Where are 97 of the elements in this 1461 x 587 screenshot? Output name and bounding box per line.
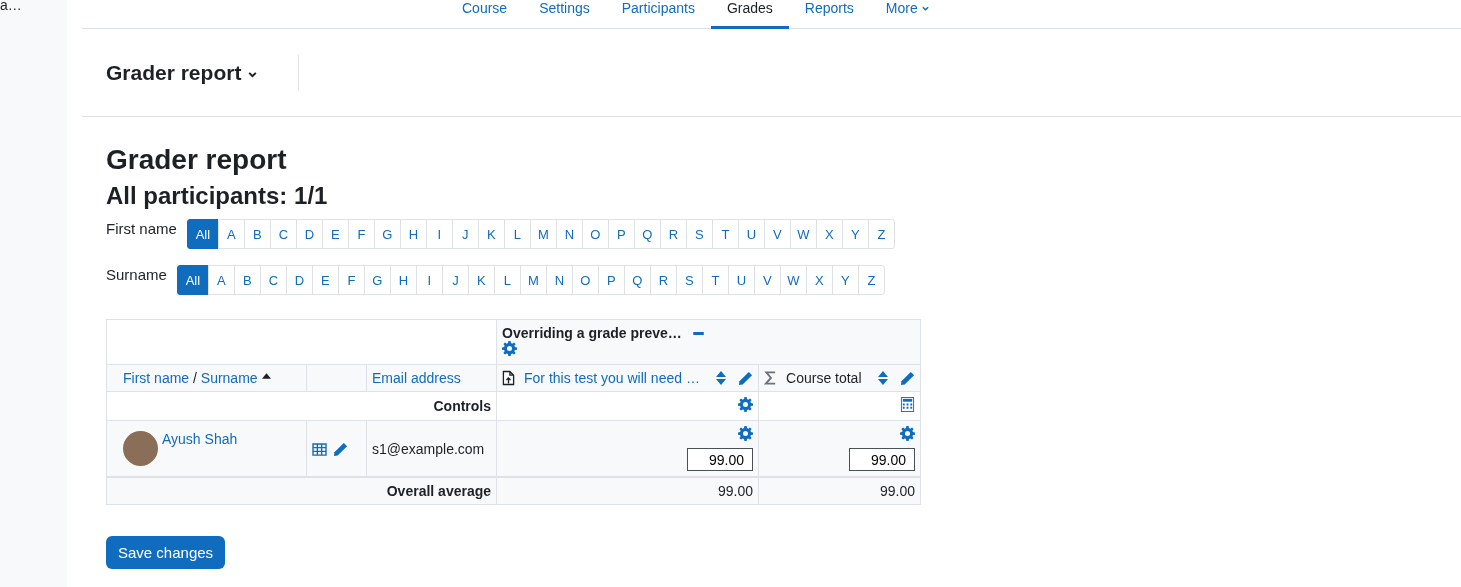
surname-sort-link[interactable]: Surname <box>200 370 258 386</box>
sigma-icon <box>764 370 778 386</box>
nav-tab[interactable]: Reports <box>788 0 870 29</box>
letter-filter[interactable]: W <box>789 219 817 249</box>
edit-pencil-icon[interactable] <box>738 370 754 386</box>
average-value: 99.00 <box>880 483 916 499</box>
letter-filter[interactable]: N <box>555 219 583 249</box>
letter-filter[interactable]: W <box>779 265 807 295</box>
letter-filter[interactable]: J <box>451 219 479 249</box>
nav-tab[interactable]: Grades <box>710 0 789 29</box>
collapse-icon[interactable] <box>691 331 705 335</box>
letter-filter[interactable]: B <box>233 265 261 295</box>
report-selector[interactable]: Grader report <box>106 60 259 85</box>
letter-filter[interactable]: M <box>519 265 547 295</box>
nav-tab[interactable]: Settings <box>523 0 606 29</box>
settings-icon[interactable] <box>900 426 916 441</box>
letter-filter[interactable]: O <box>581 219 609 249</box>
letter-filter[interactable]: O <box>571 265 599 295</box>
grade-input[interactable]: 99.00 <box>849 448 916 471</box>
letter-filter[interactable]: L <box>503 219 531 249</box>
edit-pencil-icon[interactable] <box>333 441 348 457</box>
letter-filter[interactable]: C <box>259 265 287 295</box>
letter-filter[interactable]: S <box>685 219 713 249</box>
letter-filter[interactable]: J <box>441 265 469 295</box>
nav-tab[interactable]: Participants <box>605 0 711 29</box>
letter-filter[interactable]: Q <box>623 265 651 295</box>
sort-icon[interactable] <box>878 371 889 385</box>
average-value: 99.00 <box>718 483 754 499</box>
letter-filter[interactable]: P <box>597 265 625 295</box>
letter-filter[interactable]: T <box>711 219 739 249</box>
letter-filter[interactable]: Y <box>831 265 859 295</box>
filter-label: Surname <box>106 265 167 285</box>
controls-label: Controls <box>433 398 492 414</box>
letter-filter[interactable]: F <box>347 219 375 249</box>
letter-filter[interactable]: B <box>243 219 271 249</box>
letter-filter[interactable]: N <box>545 265 573 295</box>
letter-filter[interactable]: K <box>477 219 505 249</box>
letter-filter[interactable]: All <box>176 265 209 295</box>
letter-filter[interactable]: Z <box>867 219 895 249</box>
letter-filter[interactable]: X <box>815 219 843 249</box>
letter-filter[interactable]: Q <box>633 219 661 249</box>
letter-filter[interactable]: I <box>425 219 453 249</box>
letter-filter[interactable]: F <box>337 265 365 295</box>
letter-filter[interactable]: L <box>493 265 521 295</box>
first-name-sort-link[interactable]: First name <box>123 370 190 386</box>
letter-filter[interactable]: G <box>363 265 391 295</box>
sort-ascending-icon <box>261 373 271 379</box>
edit-pencil-icon[interactable] <box>900 370 916 386</box>
save-button[interactable]: Save changes <box>106 536 226 569</box>
page-subheading: All participants: 1/1 <box>106 181 329 211</box>
grade-input[interactable]: 99.00 <box>687 448 754 471</box>
nav-tab[interactable]: More <box>869 0 946 29</box>
settings-icon[interactable] <box>738 397 754 412</box>
letter-filter[interactable]: D <box>285 265 313 295</box>
letter-filter[interactable]: S <box>675 265 703 295</box>
average-label: Overall average <box>386 483 492 499</box>
letter-filter[interactable]: G <box>373 219 401 249</box>
letter-filter[interactable]: C <box>269 219 297 249</box>
letter-filter[interactable]: A <box>207 265 235 295</box>
file-upload-icon <box>502 370 516 386</box>
nav-tab[interactable]: Course <box>446 0 524 29</box>
letter-filter[interactable]: Y <box>841 219 869 249</box>
letter-filter[interactable]: P <box>607 219 635 249</box>
sort-icon[interactable] <box>716 371 727 385</box>
page-heading: Grader report <box>106 143 288 177</box>
letter-filter[interactable]: All <box>186 219 219 249</box>
letter-filter[interactable]: X <box>805 265 833 295</box>
letter-filter[interactable]: E <box>311 265 339 295</box>
filter-label: First name <box>106 219 177 239</box>
letter-filter[interactable]: V <box>763 219 791 249</box>
sidebar-text[interactable]: a… <box>0 0 22 13</box>
settings-icon[interactable] <box>502 341 518 356</box>
caret-icon <box>920 4 930 13</box>
category-title: Overriding a grade preve… <box>502 325 682 341</box>
separator-text: / <box>193 370 197 386</box>
calculator-icon[interactable] <box>900 397 916 412</box>
letter-filter[interactable]: H <box>389 265 417 295</box>
settings-icon[interactable] <box>738 426 754 441</box>
letter-filter[interactable]: T <box>701 265 729 295</box>
letter-filter[interactable]: E <box>321 219 349 249</box>
letter-filter[interactable]: K <box>467 265 495 295</box>
letter-filter[interactable]: R <box>649 265 677 295</box>
letter-filter[interactable]: Z <box>857 265 885 295</box>
letter-filter[interactable]: U <box>737 219 765 249</box>
letter-filter[interactable]: A <box>217 219 245 249</box>
letter-filter[interactable]: H <box>399 219 427 249</box>
email-text: s1@example.com <box>372 440 485 457</box>
letter-filter[interactable]: V <box>753 265 781 295</box>
letter-filter[interactable]: U <box>727 265 755 295</box>
user-name-link[interactable]: Ayush Shah <box>162 431 238 448</box>
grade-item-title: Course total <box>786 370 863 386</box>
letter-filter[interactable]: D <box>295 219 323 249</box>
table-icon[interactable] <box>312 442 327 456</box>
letter-filter[interactable]: I <box>415 265 443 295</box>
user-avatar <box>123 431 158 466</box>
letter-filter[interactable]: R <box>659 219 687 249</box>
letter-filter[interactable]: M <box>529 219 557 249</box>
